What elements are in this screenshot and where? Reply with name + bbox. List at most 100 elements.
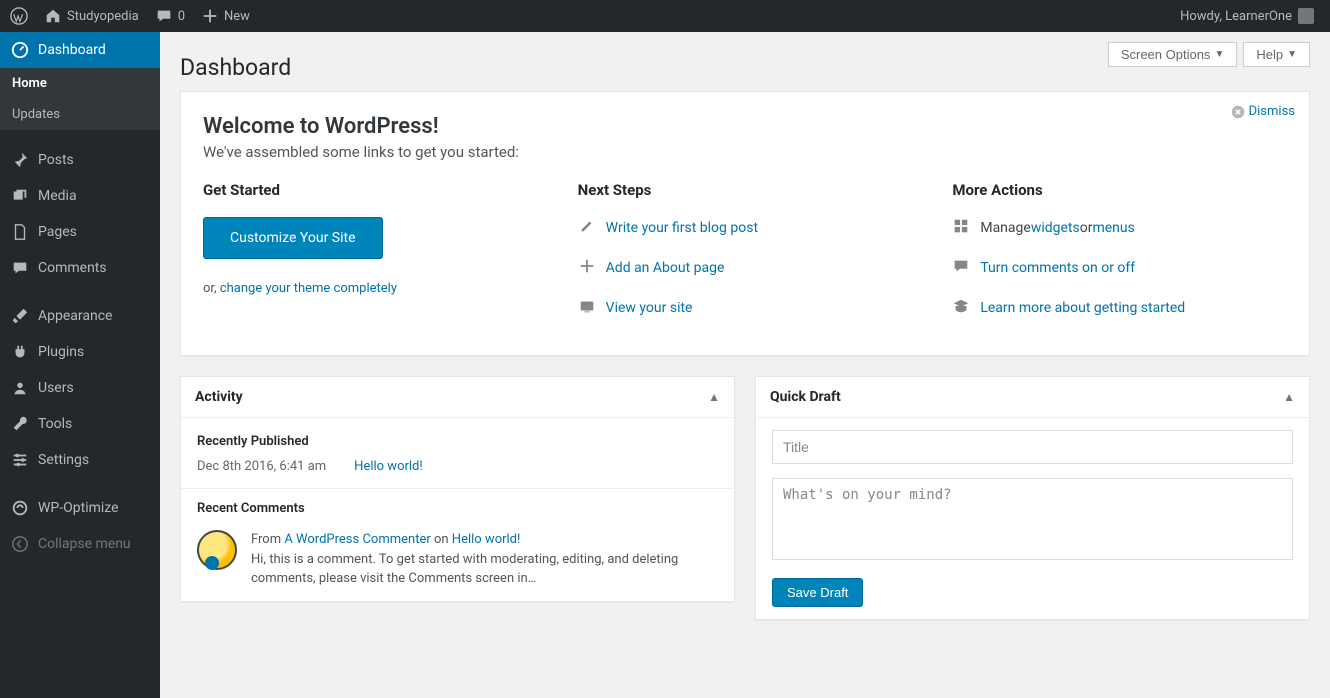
add-about-link[interactable]: Add an About page bbox=[606, 260, 725, 276]
quick-draft-widget: Quick Draft ▲ Save Draft bbox=[755, 376, 1310, 620]
publish-title-link[interactable]: Hello world! bbox=[354, 459, 423, 474]
widgets-link[interactable]: widgets bbox=[1031, 220, 1080, 236]
collapse-icon bbox=[10, 534, 30, 554]
caret-up-icon: ▲ bbox=[708, 390, 720, 404]
comments-icon bbox=[952, 257, 980, 279]
change-theme-link[interactable]: change your theme completely bbox=[220, 281, 397, 296]
welcome-heading: Welcome to WordPress! bbox=[203, 114, 1287, 139]
view-site-link[interactable]: View your site bbox=[606, 300, 693, 316]
learn-more-link[interactable]: Learn more about getting started bbox=[980, 300, 1185, 316]
sidebar-item-media[interactable]: Media bbox=[0, 178, 160, 214]
caret-down-icon: ▼ bbox=[1287, 49, 1297, 60]
account-menu[interactable]: Howdy, LearnerOne bbox=[1172, 0, 1322, 32]
widget-title: Activity bbox=[195, 389, 243, 405]
sidebar-item-posts[interactable]: Posts bbox=[0, 142, 160, 178]
comment-item: From A WordPress Commenter on Hello worl… bbox=[197, 526, 718, 589]
wrench-icon bbox=[10, 414, 30, 434]
sidebar-item-dashboard[interactable]: Dashboard bbox=[0, 32, 160, 68]
save-draft-button[interactable]: Save Draft bbox=[772, 578, 863, 607]
comment-icon bbox=[155, 7, 173, 25]
sidebar-item-appearance[interactable]: Appearance bbox=[0, 298, 160, 334]
wp-logo-menu[interactable] bbox=[2, 0, 36, 32]
sidebar-item-label: Tools bbox=[38, 416, 72, 432]
sidebar-item-label: Users bbox=[38, 380, 74, 396]
sidebar-item-label: Dashboard bbox=[38, 42, 106, 58]
sidebar-item-label: Media bbox=[38, 188, 77, 204]
activity-toggle[interactable]: Activity ▲ bbox=[181, 377, 734, 418]
activity-widget: Activity ▲ Recently Published Dec 8th 20… bbox=[180, 376, 735, 602]
help-button[interactable]: Help▼ bbox=[1243, 42, 1310, 67]
welcome-panel: Dismiss Welcome to WordPress! We've asse… bbox=[180, 91, 1310, 356]
col-title: Next Steps bbox=[578, 181, 913, 199]
toggle-comments-link[interactable]: Turn comments on or off bbox=[980, 260, 1135, 276]
plus-icon bbox=[578, 257, 606, 279]
comments-link[interactable]: 0 bbox=[147, 0, 193, 32]
comment-body: Hi, this is a comment. To get started wi… bbox=[251, 550, 718, 589]
plug-icon bbox=[10, 342, 30, 362]
comment-author-link[interactable]: A WordPress Commenter bbox=[284, 532, 430, 547]
sidebar-item-users[interactable]: Users bbox=[0, 370, 160, 406]
sidebar-item-pages[interactable]: Pages bbox=[0, 214, 160, 250]
howdy-text: Howdy, LearnerOne bbox=[1180, 9, 1292, 24]
sidebar-item-settings[interactable]: Settings bbox=[0, 442, 160, 478]
welcome-subheading: We've assembled some links to get you st… bbox=[203, 143, 1287, 161]
welcome-col-moreactions: More Actions Manage widgets or menus Tur… bbox=[952, 181, 1287, 337]
commenter-avatar bbox=[197, 530, 237, 570]
media-icon bbox=[10, 186, 30, 206]
pin-icon bbox=[10, 150, 30, 170]
plus-icon bbox=[201, 7, 219, 25]
learn-icon bbox=[952, 297, 980, 319]
quickdraft-toggle[interactable]: Quick Draft ▲ bbox=[756, 377, 1309, 418]
sliders-icon bbox=[10, 450, 30, 470]
home-icon bbox=[44, 7, 62, 25]
recently-published-heading: Recently Published bbox=[197, 434, 718, 449]
col-title: More Actions bbox=[952, 181, 1287, 199]
new-content-link[interactable]: New bbox=[193, 0, 258, 32]
sidebar-item-plugins[interactable]: Plugins bbox=[0, 334, 160, 370]
menus-link[interactable]: menus bbox=[1092, 220, 1134, 236]
recent-comments-heading: Recent Comments bbox=[197, 501, 718, 516]
write-post-link[interactable]: Write your first blog post bbox=[606, 220, 758, 236]
sidebar-item-wp-optimize[interactable]: WP-Optimize bbox=[0, 490, 160, 526]
admin-toolbar: Studyopedia 0 New Howdy, LearnerOne bbox=[0, 0, 1330, 32]
wordpress-icon bbox=[10, 7, 28, 25]
view-icon bbox=[578, 297, 606, 319]
caret-up-icon: ▲ bbox=[1283, 390, 1295, 404]
widgets-icon bbox=[952, 217, 980, 239]
widget-title: Quick Draft bbox=[770, 389, 841, 405]
content-area: Dashboard Screen Options▼ Help▼ Dismiss … bbox=[160, 32, 1330, 698]
sidebar-item-label: Posts bbox=[38, 152, 74, 168]
draft-title-input[interactable] bbox=[772, 430, 1293, 464]
manage-pre: Manage bbox=[980, 220, 1030, 236]
sidebar-item-tools[interactable]: Tools bbox=[0, 406, 160, 442]
sidebar-item-label: Comments bbox=[38, 260, 107, 276]
avatar bbox=[1298, 8, 1314, 24]
sidebar-sub-home[interactable]: Home bbox=[0, 68, 160, 99]
sidebar-item-label: Settings bbox=[38, 452, 89, 468]
col-title: Get Started bbox=[203, 181, 538, 199]
dismiss-link[interactable]: Dismiss bbox=[1231, 104, 1295, 119]
draft-content-input[interactable] bbox=[772, 478, 1293, 560]
collapse-menu[interactable]: Collapse menu bbox=[0, 526, 160, 562]
site-link[interactable]: Studyopedia bbox=[36, 0, 147, 32]
caret-down-icon: ▼ bbox=[1214, 49, 1224, 60]
user-icon bbox=[10, 378, 30, 398]
sidebar-item-label: Appearance bbox=[38, 308, 112, 324]
comment-count: 0 bbox=[178, 9, 185, 24]
write-icon bbox=[578, 217, 606, 239]
customize-site-button[interactable]: Customize Your Site bbox=[203, 217, 383, 259]
admin-sidebar: Dashboard Home Updates Posts Media Pages… bbox=[0, 32, 160, 698]
dashboard-icon bbox=[10, 40, 30, 60]
brush-icon bbox=[10, 306, 30, 326]
dismiss-icon bbox=[1231, 105, 1245, 119]
page-icon bbox=[10, 222, 30, 242]
screen-options-button[interactable]: Screen Options▼ bbox=[1108, 42, 1238, 67]
sidebar-sub-updates[interactable]: Updates bbox=[0, 99, 160, 130]
publish-date: Dec 8th 2016, 6:41 am bbox=[197, 459, 326, 474]
welcome-col-getstarted: Get Started Customize Your Site or, chan… bbox=[203, 181, 538, 337]
sidebar-item-comments[interactable]: Comments bbox=[0, 250, 160, 286]
site-name: Studyopedia bbox=[67, 9, 139, 24]
new-label: New bbox=[224, 9, 250, 24]
comment-post-link[interactable]: Hello world! bbox=[452, 532, 521, 547]
sidebar-item-label: WP-Optimize bbox=[38, 500, 119, 516]
